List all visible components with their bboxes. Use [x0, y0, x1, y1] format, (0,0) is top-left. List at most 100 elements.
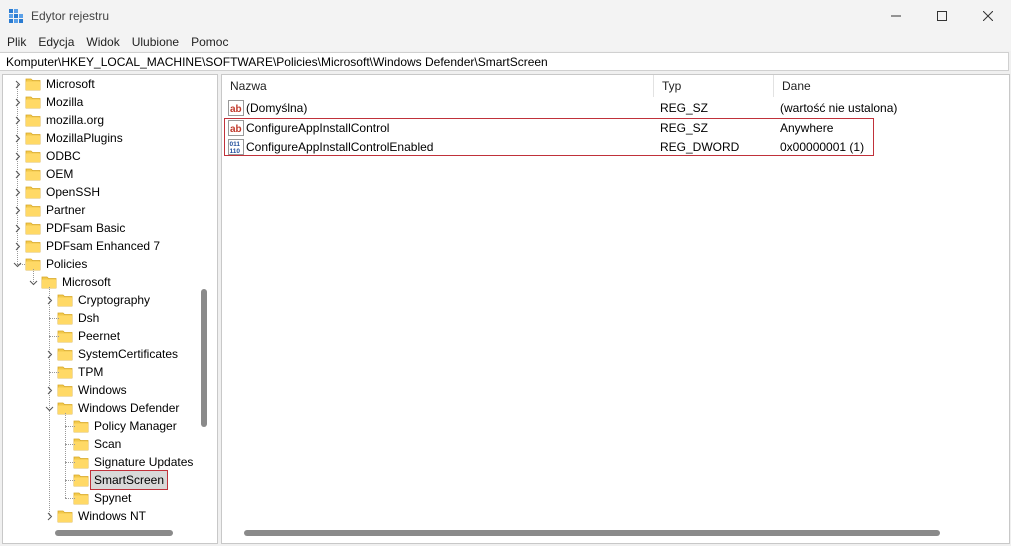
- values-list-pane[interactable]: Nazwa Typ Dane ab (Domyślna) REG_SZ (wartoś…: [221, 74, 1010, 544]
- minimize-button[interactable]: [873, 0, 919, 32]
- close-icon: [983, 11, 993, 21]
- maximize-icon: [937, 11, 947, 21]
- folder-icon: [25, 237, 41, 255]
- tree-connector: [65, 498, 75, 499]
- folder-icon: [25, 219, 41, 237]
- folder-icon: [57, 345, 73, 363]
- value-row[interactable]: ab ConfigureAppInstallControl REG_SZ Anywhe…: [222, 119, 1009, 137]
- tree-item[interactable]: Windows NT: [3, 507, 203, 525]
- value-type: REG_SZ: [660, 121, 709, 135]
- folder-icon: [73, 489, 89, 507]
- tree-item[interactable]: PDFsam Enhanced 7: [3, 237, 203, 255]
- tree-item-label: Windows Defender: [78, 401, 180, 415]
- tree-item-label: mozilla.org: [46, 113, 105, 127]
- folder-icon: [57, 327, 73, 345]
- tree-item-label: Policy Manager: [94, 419, 177, 433]
- tree-item-label: SystemCertificates: [78, 347, 179, 361]
- tree-item-label: Partner: [46, 203, 86, 217]
- window-controls: [873, 0, 1011, 32]
- column-header-type[interactable]: Typ: [654, 75, 774, 97]
- key-tree-pane[interactable]: Microsoft Mozilla mozilla.org MozillaPlugin…: [2, 74, 218, 544]
- tree-connector: [65, 444, 75, 445]
- minimize-icon: [891, 15, 901, 17]
- value-type: REG_SZ: [660, 101, 709, 115]
- menu-file[interactable]: Plik: [0, 35, 31, 49]
- folder-icon: [73, 471, 89, 489]
- tree-item[interactable]: SmartScreen: [3, 470, 203, 490]
- svg-text:110: 110: [230, 148, 241, 155]
- tree-item[interactable]: Scan: [3, 435, 203, 453]
- maximize-button[interactable]: [919, 0, 965, 32]
- tree-connector: [65, 426, 75, 427]
- tree-item-label: OEM: [46, 167, 74, 181]
- tree-item-label: ODBC: [46, 149, 81, 163]
- tree-item[interactable]: Mozilla: [3, 93, 203, 111]
- value-name: ConfigureAppInstallControl: [246, 121, 390, 135]
- folder-icon: [57, 363, 73, 381]
- folder-icon: [25, 93, 41, 111]
- tree-item-label: Mozilla: [46, 95, 84, 109]
- address-path: Komputer\HKEY_LOCAL_MACHINE\SOFTWARE\Pol…: [6, 54, 548, 69]
- tree-item[interactable]: Signature Updates: [3, 453, 203, 471]
- string-value-icon: ab: [228, 100, 244, 116]
- tree-item[interactable]: Dsh: [3, 309, 203, 327]
- registry-editor-icon: [9, 9, 23, 23]
- tree-item-label: Microsoft: [46, 77, 95, 91]
- folder-icon: [25, 183, 41, 201]
- tree-item[interactable]: ODBC: [3, 147, 203, 165]
- tree-item[interactable]: MozillaPlugins: [3, 129, 203, 147]
- tree-item-label: Peernet: [78, 329, 121, 343]
- address-bar[interactable]: Komputer\HKEY_LOCAL_MACHINE\SOFTWARE\Pol…: [0, 52, 1009, 71]
- menu-help[interactable]: Pomoc: [184, 35, 233, 49]
- folder-icon: [57, 507, 73, 525]
- menu-edit[interactable]: Edycja: [31, 35, 79, 49]
- menu-bar: Plik Edycja Widok Ulubione Pomoc: [0, 32, 1011, 51]
- menu-favorites[interactable]: Ulubione: [125, 35, 184, 49]
- tree-item[interactable]: mozilla.org: [3, 111, 203, 129]
- tree-item[interactable]: Peernet: [3, 327, 203, 345]
- folder-icon: [57, 309, 73, 327]
- tree-item-label-selected: SmartScreen: [89, 470, 169, 490]
- folder-icon: [25, 201, 41, 219]
- tree-item[interactable]: SystemCertificates: [3, 345, 203, 363]
- tree-item[interactable]: PDFsam Basic: [3, 219, 203, 237]
- svg-text:011: 011: [230, 141, 241, 148]
- tree-item-label: Spynet: [94, 491, 132, 505]
- tree-connector: [49, 318, 59, 319]
- value-row[interactable]: ab (Domyślna) REG_SZ (wartość nie ustalona): [222, 99, 1009, 117]
- tree-connector: [17, 84, 18, 264]
- tree-item[interactable]: Partner: [3, 201, 203, 219]
- svg-text:ab: ab: [230, 124, 242, 135]
- tree-item[interactable]: Spynet: [3, 489, 203, 507]
- column-header-data[interactable]: Dane: [774, 75, 1009, 97]
- tree-item-label: Cryptography: [78, 293, 151, 307]
- tree-connector: [49, 336, 59, 337]
- tree-horizontal-scrollbar[interactable]: [55, 530, 173, 536]
- tree-item-label: Scan: [94, 437, 122, 451]
- tree-item-label: Microsoft: [62, 275, 111, 289]
- value-data: (wartość nie ustalona): [780, 101, 898, 115]
- tree-item[interactable]: Policy Manager: [3, 417, 203, 435]
- tree-item[interactable]: Windows: [3, 381, 203, 399]
- tree-vertical-scrollbar[interactable]: [201, 289, 207, 427]
- value-row[interactable]: 011 110 ConfigureAppInstallControlEnabled R…: [222, 138, 1009, 156]
- tree-item[interactable]: Cryptography: [3, 291, 203, 309]
- column-header-name[interactable]: Nazwa: [222, 75, 654, 97]
- tree-item[interactable]: Microsoft: [3, 75, 203, 93]
- close-button[interactable]: [965, 0, 1011, 32]
- tree-item[interactable]: TPM: [3, 363, 203, 381]
- folder-icon: [73, 453, 89, 471]
- tree-item-label: MozillaPlugins: [46, 131, 123, 145]
- tree-item[interactable]: OpenSSH: [3, 183, 203, 201]
- tree-item[interactable]: OEM: [3, 165, 203, 183]
- tree-connector: [49, 287, 50, 516]
- values-horizontal-scrollbar[interactable]: [244, 530, 940, 536]
- menu-view[interactable]: Widok: [79, 35, 124, 49]
- folder-icon: [57, 381, 73, 399]
- folder-icon: [25, 129, 41, 147]
- tree-connector: [49, 372, 59, 373]
- tree-item[interactable]: Windows Defender: [3, 399, 203, 417]
- title-bar: Edytor rejestru: [0, 0, 1011, 32]
- folder-icon: [25, 165, 41, 183]
- binary-value-icon: 011 110: [228, 139, 244, 155]
